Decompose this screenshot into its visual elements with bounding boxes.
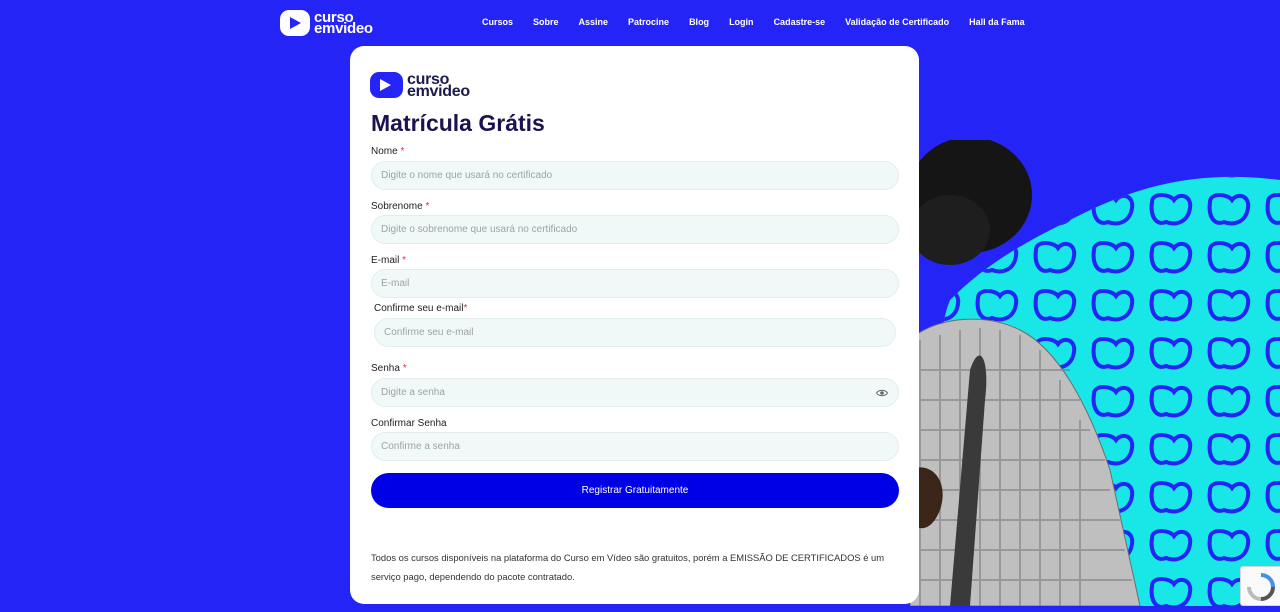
confirm-senha-input[interactable]: Confirme a senha — [371, 432, 899, 461]
brand-line2: emvideo — [314, 19, 373, 37]
required-mark: * — [425, 201, 430, 212]
confirm-senha-label: Confirmar Senha — [371, 418, 447, 429]
senha-label-text: Senha — [371, 363, 400, 374]
brand-line2: emvideo — [407, 82, 470, 100]
confirm-email-placeholder: Confirme seu e-mail — [384, 327, 474, 338]
nome-label: Nome * — [371, 146, 404, 157]
register-button[interactable]: Registrar Gratuitamente — [371, 473, 899, 508]
email-placeholder: E-mail — [381, 278, 410, 289]
confirm-senha-label-text: Confirmar Senha — [371, 418, 447, 429]
senha-label: Senha * — [371, 363, 407, 374]
confirm-email-label: Confirme seu e-mail* — [374, 303, 467, 314]
nav-item-login[interactable]: Login — [729, 17, 754, 27]
nav-item-cadastre-se[interactable]: Cadastre-se — [774, 17, 826, 27]
email-label-text: E-mail — [371, 255, 400, 266]
required-mark: * — [402, 255, 407, 266]
hero-illustration — [910, 140, 1280, 606]
nome-placeholder: Digite o nome que usará no certificado — [381, 170, 553, 181]
recaptcha-badge[interactable] — [1240, 566, 1280, 606]
required-mark: * — [400, 146, 405, 157]
email-input[interactable]: E-mail — [371, 269, 899, 298]
eye-icon[interactable] — [876, 387, 888, 399]
nome-input[interactable]: Digite o nome que usará no certificado — [371, 161, 899, 190]
confirm-senha-placeholder: Confirme a senha — [381, 441, 460, 452]
sobrenome-label-text: Sobrenome — [371, 201, 423, 212]
confirm-email-label-text: Confirme seu e-mail — [374, 303, 464, 314]
email-label: E-mail * — [371, 255, 406, 266]
page-title: Matrícula Grátis — [371, 110, 545, 136]
nav-item-patrocine[interactable]: Patrocine — [628, 17, 669, 27]
sobrenome-placeholder: Digite o sobrenome que usará no certific… — [381, 224, 578, 235]
senha-input[interactable]: Digite a senha — [371, 378, 899, 407]
main-nav: Cursos Sobre Assine Patrocine Blog Login… — [482, 17, 1025, 27]
signup-card: curso emvideo Matrícula Grátis Nome * Di… — [350, 46, 919, 604]
required-mark: * — [402, 363, 407, 374]
nav-item-hall-da-fama[interactable]: Hall da Fama — [969, 17, 1025, 27]
confirm-email-input[interactable]: Confirme seu e-mail — [374, 318, 896, 347]
sobrenome-input[interactable]: Digite o sobrenome que usará no certific… — [371, 215, 899, 244]
sobrenome-label: Sobrenome * — [371, 201, 429, 212]
play-icon — [280, 10, 310, 36]
nav-item-validacao-certificado[interactable]: Validação de Certificado — [845, 17, 949, 27]
nav-item-cursos[interactable]: Cursos — [482, 17, 513, 27]
card-brand-wordmark: curso emvideo — [407, 71, 470, 100]
top-navbar: curso emvideo Cursos Sobre Assine Patroc… — [0, 0, 1280, 46]
nav-item-blog[interactable]: Blog — [689, 17, 709, 27]
nome-label-text: Nome — [371, 146, 398, 157]
recaptcha-icon — [1247, 573, 1275, 601]
play-icon — [370, 72, 403, 98]
certificate-note: Todos os cursos disponíveis na plataform… — [371, 552, 885, 583]
brand-wordmark: curso emvideo — [314, 10, 373, 37]
card-brand-logo: curso emvideo — [370, 71, 470, 100]
required-mark: * — [463, 303, 468, 314]
brand-logo[interactable]: curso emvideo — [280, 10, 373, 36]
senha-placeholder: Digite a senha — [381, 387, 445, 398]
nav-item-sobre[interactable]: Sobre — [533, 17, 559, 27]
nav-item-assine[interactable]: Assine — [579, 17, 609, 27]
